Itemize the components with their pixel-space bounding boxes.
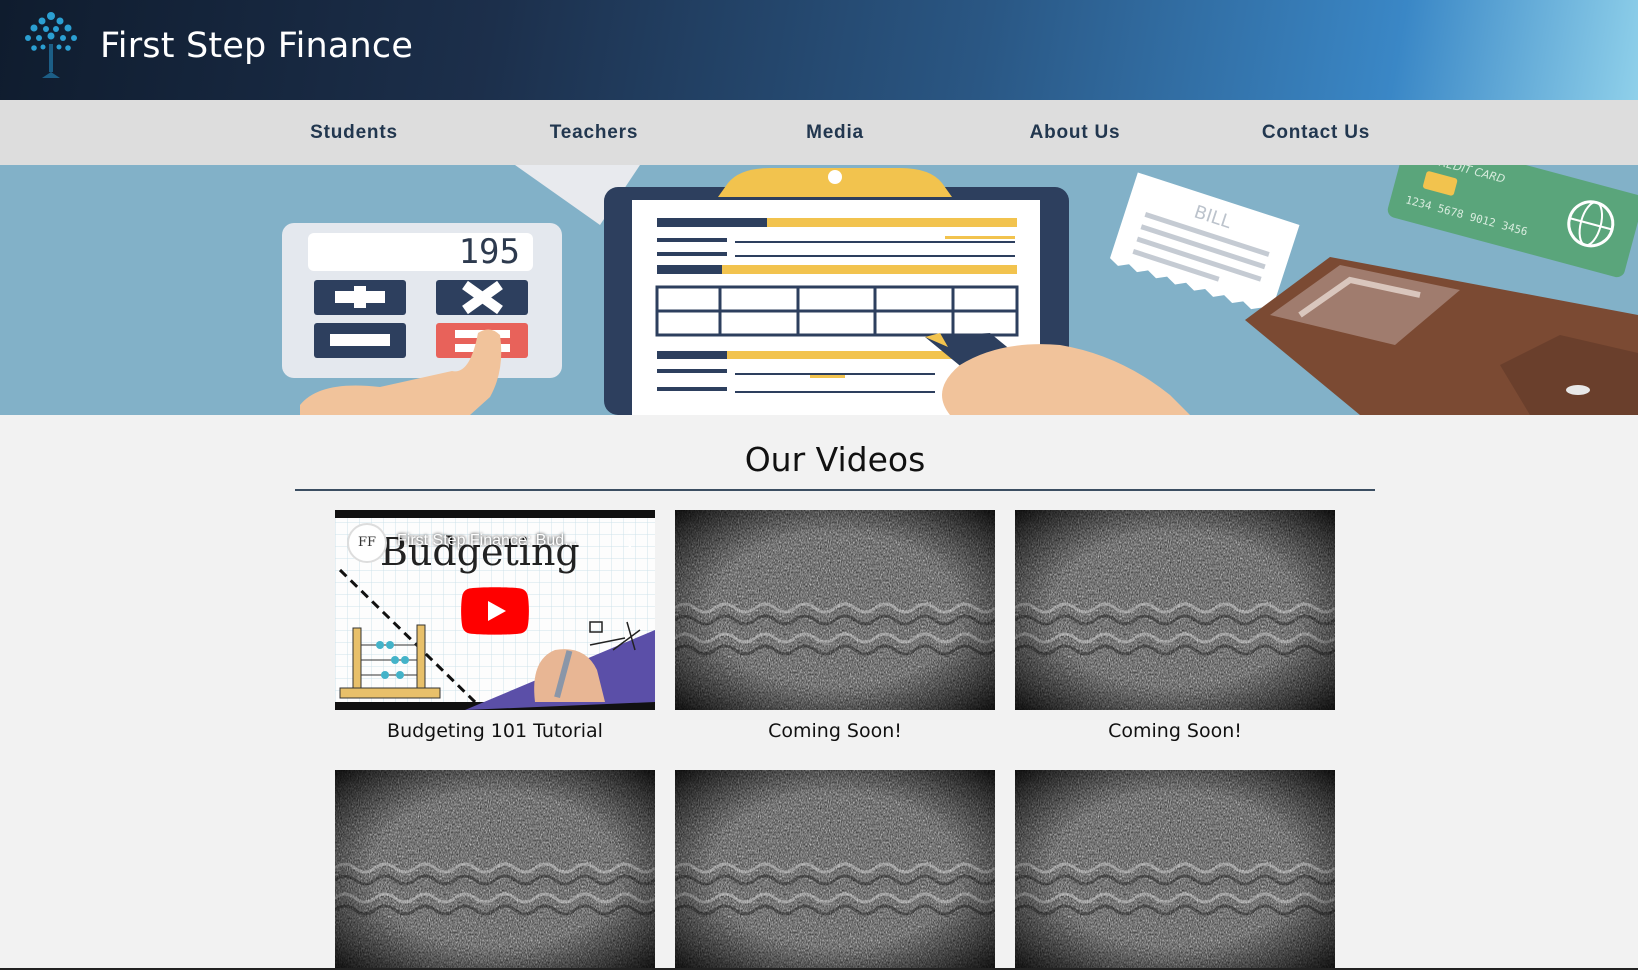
nav-about-us[interactable]: About Us	[975, 100, 1175, 165]
video-placeholder-static[interactable]	[675, 510, 995, 710]
site-brand[interactable]: First Step Finance	[100, 26, 413, 66]
video-placeholder-static[interactable]	[675, 770, 995, 970]
nav-contact-us[interactable]: Contact Us	[1216, 100, 1416, 165]
nav-teachers[interactable]: Teachers	[494, 100, 694, 165]
nav-students[interactable]: Students	[254, 100, 454, 165]
tv-static-image	[675, 770, 995, 970]
wallet-icon	[1245, 257, 1638, 415]
tree-logo-icon[interactable]	[20, 8, 82, 78]
hero-banner: 195 BILL CREDIT CARD 1234 5678 9012 3456	[0, 165, 1638, 415]
video-caption: Coming Soon!	[1108, 720, 1242, 742]
credit-card-icon: CREDIT CARD 1234 5678 9012 3456	[1387, 165, 1638, 278]
video-placeholder-static[interactable]	[1015, 770, 1335, 970]
video-title-overlay[interactable]: First Step Finance: Bud...	[397, 532, 578, 550]
section-divider	[295, 489, 1375, 491]
finance-illustration: 195 BILL CREDIT CARD 1234 5678 9012 3456	[282, 165, 1638, 415]
calculator-display: 195	[459, 232, 520, 272]
channel-avatar[interactable]: FF	[347, 523, 387, 563]
nav-media[interactable]: Media	[735, 100, 935, 165]
video-caption: Budgeting 101 Tutorial	[387, 720, 603, 742]
main-nav: Students Teachers Media About Us Contact…	[0, 100, 1638, 165]
tv-static-image	[1015, 770, 1335, 970]
video-player-budgeting[interactable]: Budgeting FF First Step Finance: Bud... …	[335, 510, 655, 710]
video-caption: Coming Soon!	[768, 720, 902, 742]
calculator-icon: 195	[282, 223, 562, 415]
video-menu-icon[interactable]: ⋮	[619, 528, 641, 550]
section-title: Our Videos	[744, 440, 926, 479]
play-button-icon[interactable]	[461, 587, 529, 635]
tv-static-image	[335, 770, 655, 970]
video-placeholder-static[interactable]	[1015, 510, 1335, 710]
clipboard-icon	[604, 168, 1190, 415]
site-header: First Step Finance	[0, 0, 1638, 100]
tv-static-image	[675, 510, 995, 710]
tv-static-image	[1015, 510, 1335, 710]
bill-icon: BILL	[1110, 172, 1300, 316]
video-placeholder-static[interactable]	[335, 770, 655, 970]
